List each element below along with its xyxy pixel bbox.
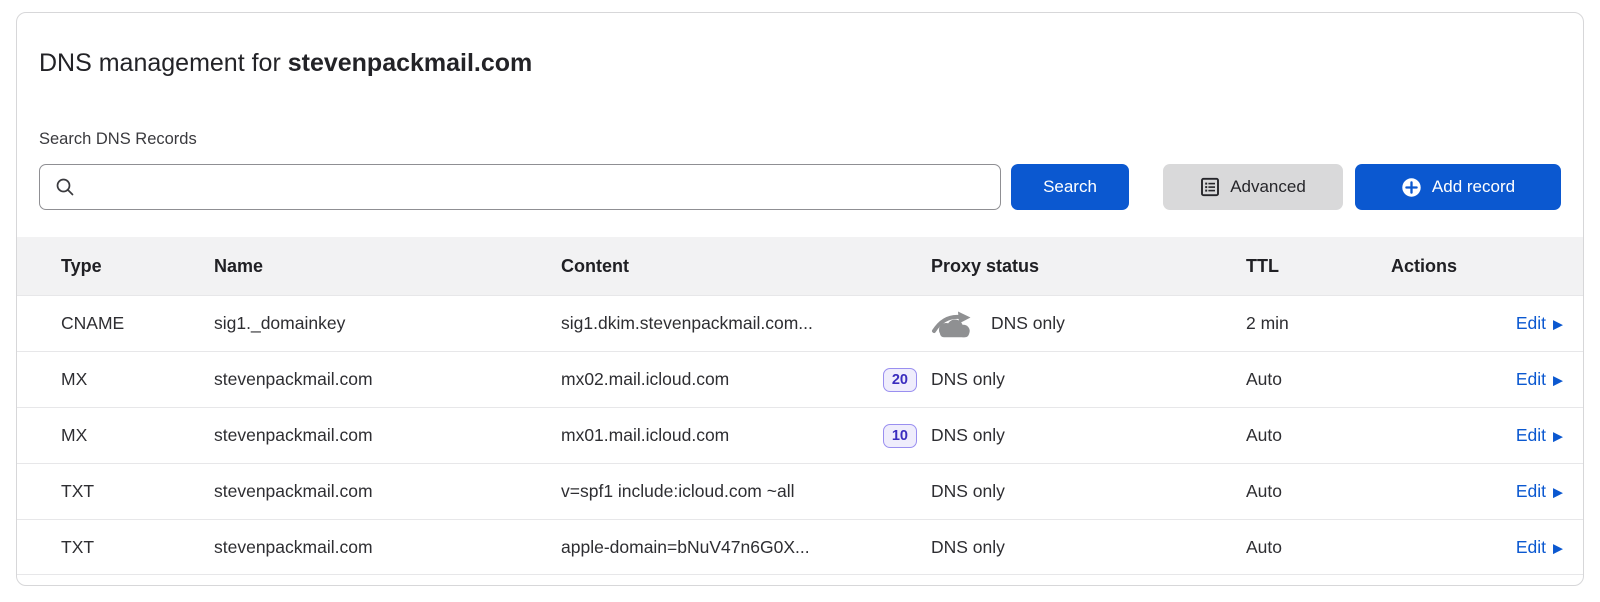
cell-type: MX: [61, 425, 214, 446]
cell-name: stevenpackmail.com: [214, 537, 561, 558]
proxy-status-text: DNS only: [931, 369, 1005, 390]
cell-type: MX: [61, 369, 214, 390]
column-header-content: Content: [561, 256, 931, 277]
cell-content: mx02.mail.icloud.com 20: [561, 368, 931, 392]
edit-caret-icon: ▶: [1553, 318, 1563, 331]
advanced-button-label: Advanced: [1230, 177, 1306, 197]
edit-link[interactable]: Edit ▶: [1516, 369, 1563, 390]
proxy-status-text: DNS only: [931, 425, 1005, 446]
cell-type: CNAME: [61, 313, 214, 334]
edit-caret-icon: ▶: [1553, 374, 1563, 387]
dns-management-card: DNS management for stevenpackmail.com Se…: [16, 12, 1584, 586]
cell-type: TXT: [61, 481, 214, 502]
cell-content: apple-domain=bNuV47n6G0X...: [561, 537, 931, 558]
cell-ttl: Auto: [1246, 369, 1391, 390]
page-title-prefix: DNS management for: [39, 49, 288, 77]
cell-name: stevenpackmail.com: [214, 425, 561, 446]
cell-content: sig1.dkim.stevenpackmail.com...: [561, 313, 931, 334]
table-body: CNAME sig1._domainkey sig1.dkim.stevenpa…: [17, 295, 1583, 575]
priority-badge: 10: [883, 424, 917, 448]
priority-badge: 20: [883, 368, 917, 392]
cell-ttl: 2 min: [1246, 313, 1391, 334]
edit-link[interactable]: Edit ▶: [1516, 313, 1563, 334]
table-row: MX stevenpackmail.com mx01.mail.icloud.c…: [17, 407, 1583, 463]
search-input[interactable]: [39, 164, 1001, 210]
table-row: TXT stevenpackmail.com apple-domain=bNuV…: [17, 519, 1583, 575]
cell-actions: Edit ▶: [1391, 313, 1563, 334]
cell-proxy-status: DNS only: [931, 537, 1246, 558]
cell-actions: Edit ▶: [1391, 537, 1563, 558]
record-content-text: v=spf1 include:icloud.com ~all: [561, 481, 794, 502]
cell-proxy-status: DNS only: [931, 310, 1246, 338]
cell-ttl: Auto: [1246, 481, 1391, 502]
advanced-button[interactable]: Advanced: [1163, 164, 1343, 210]
toolbar: Search Advanced: [39, 164, 1561, 210]
cell-name: stevenpackmail.com: [214, 369, 561, 390]
search-box: [39, 164, 1001, 210]
cell-proxy-status: DNS only: [931, 369, 1246, 390]
cell-actions: Edit ▶: [1391, 425, 1563, 446]
cell-proxy-status: DNS only: [931, 481, 1246, 502]
record-content-text: apple-domain=bNuV47n6G0X...: [561, 537, 810, 558]
edit-caret-icon: ▶: [1553, 430, 1563, 443]
edit-caret-icon: ▶: [1553, 541, 1563, 554]
list-document-icon: [1200, 177, 1220, 197]
record-content-text: mx02.mail.icloud.com: [561, 369, 729, 390]
table-row: CNAME sig1._domainkey sig1.dkim.stevenpa…: [17, 295, 1583, 351]
edit-link-label: Edit: [1516, 537, 1546, 558]
search-button[interactable]: Search: [1011, 164, 1129, 210]
table-row: MX stevenpackmail.com mx02.mail.icloud.c…: [17, 351, 1583, 407]
cell-content: v=spf1 include:icloud.com ~all: [561, 481, 931, 502]
cell-ttl: Auto: [1246, 537, 1391, 558]
cell-actions: Edit ▶: [1391, 369, 1563, 390]
page-title-domain: stevenpackmail.com: [288, 49, 533, 77]
column-header-type: Type: [61, 256, 214, 277]
add-record-button-label: Add record: [1432, 177, 1515, 197]
table-header-row: Type Name Content Proxy status TTL Actio…: [17, 237, 1583, 295]
proxy-status-text: DNS only: [931, 537, 1005, 558]
edit-link[interactable]: Edit ▶: [1516, 481, 1563, 502]
edit-link[interactable]: Edit ▶: [1516, 425, 1563, 446]
edit-link-label: Edit: [1516, 369, 1546, 390]
cell-actions: Edit ▶: [1391, 481, 1563, 502]
search-label: Search DNS Records: [39, 129, 1561, 149]
cell-proxy-status: DNS only: [931, 425, 1246, 446]
top-section: DNS management for stevenpackmail.com Se…: [17, 46, 1583, 210]
proxy-status-text: DNS only: [931, 481, 1005, 502]
dns-only-cloud-icon: [931, 310, 975, 338]
table-row: TXT stevenpackmail.com v=spf1 include:ic…: [17, 463, 1583, 519]
page: DNS management for stevenpackmail.com Se…: [0, 0, 1600, 602]
edit-link-label: Edit: [1516, 425, 1546, 446]
plus-circle-icon: [1401, 177, 1422, 198]
cell-name: stevenpackmail.com: [214, 481, 561, 502]
edit-link-label: Edit: [1516, 313, 1546, 334]
cell-name: sig1._domainkey: [214, 313, 561, 334]
column-header-name: Name: [214, 256, 561, 277]
column-header-proxy-status: Proxy status: [931, 256, 1246, 277]
proxy-status-text: DNS only: [991, 313, 1065, 334]
record-content-text: sig1.dkim.stevenpackmail.com...: [561, 313, 813, 334]
column-header-actions: Actions: [1391, 256, 1563, 277]
edit-link-label: Edit: [1516, 481, 1546, 502]
cell-ttl: Auto: [1246, 425, 1391, 446]
cell-type: TXT: [61, 537, 214, 558]
page-title: DNS management for stevenpackmail.com: [39, 46, 1561, 80]
cell-content: mx01.mail.icloud.com 10: [561, 424, 931, 448]
add-record-button[interactable]: Add record: [1355, 164, 1561, 210]
edit-caret-icon: ▶: [1553, 486, 1563, 499]
edit-link[interactable]: Edit ▶: [1516, 537, 1563, 558]
column-header-ttl: TTL: [1246, 256, 1391, 277]
dns-records-table: Type Name Content Proxy status TTL Actio…: [17, 237, 1583, 575]
record-content-text: mx01.mail.icloud.com: [561, 425, 729, 446]
